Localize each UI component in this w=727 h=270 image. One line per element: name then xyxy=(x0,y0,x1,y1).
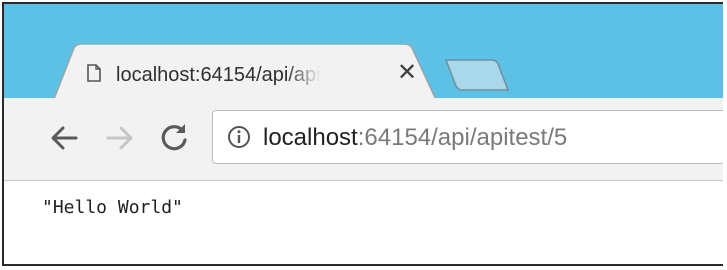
url-text: localhost:64154/api/apitest/5 xyxy=(263,123,567,153)
forward-arrow-icon[interactable] xyxy=(102,120,138,156)
back-arrow-icon[interactable] xyxy=(46,120,82,156)
info-icon[interactable] xyxy=(227,125,251,149)
address-bar[interactable]: localhost:64154/api/apitest/5 xyxy=(212,110,723,164)
tab-title: localhost:64154/api/apite xyxy=(116,62,321,88)
url-path: :64154/api/apitest/5 xyxy=(357,124,568,151)
page-icon xyxy=(87,64,101,82)
response-text: "Hello World" xyxy=(42,197,183,218)
new-tab-icon xyxy=(444,59,510,91)
reload-icon[interactable] xyxy=(156,120,192,156)
toolbar: localhost:64154/api/apitest/5 xyxy=(4,98,723,181)
tab-strip: localhost:64154/api/apite ✕ xyxy=(4,4,723,104)
new-tab-button[interactable] xyxy=(444,58,510,92)
browser-window: localhost:64154/api/apite ✕ localhost:64… xyxy=(2,2,723,266)
url-host: localhost xyxy=(263,124,358,151)
close-icon[interactable]: ✕ xyxy=(394,60,420,86)
page-content: "Hello World" xyxy=(4,181,723,264)
tab-active[interactable]: localhost:64154/api/apite ✕ xyxy=(52,44,440,104)
